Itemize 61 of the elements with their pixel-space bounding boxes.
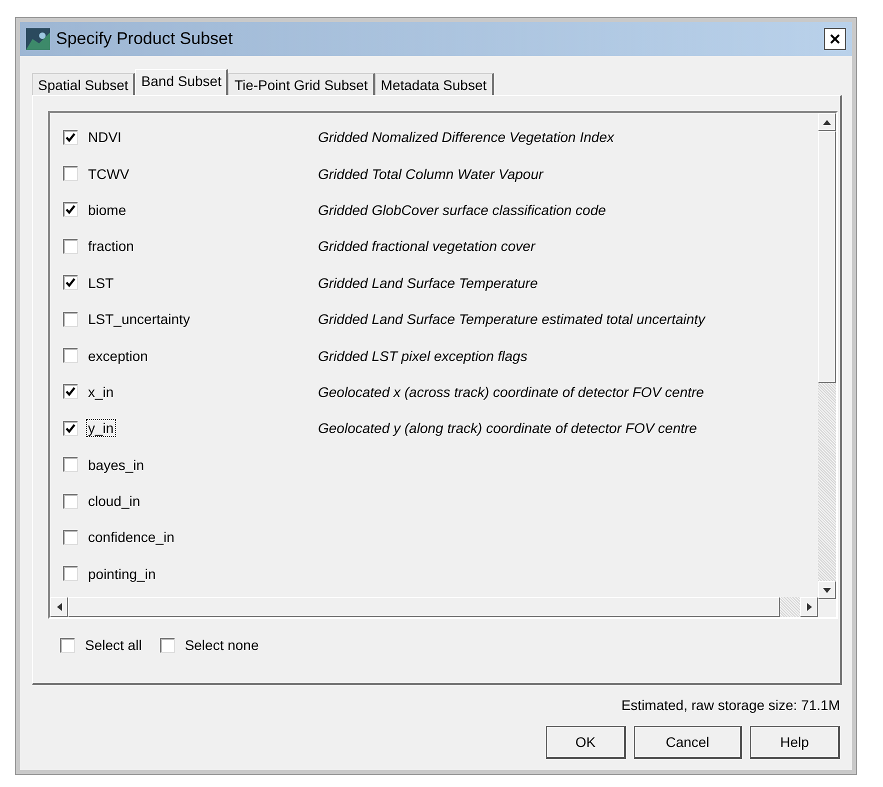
- close-button[interactable]: [824, 28, 846, 50]
- dialog-button[interactable]: OK: [546, 726, 626, 759]
- left-arrow-icon: [56, 603, 62, 611]
- band-name[interactable]: x_in: [87, 384, 115, 400]
- window-title: Specify Product Subset: [56, 29, 234, 49]
- right-arrow-icon: [806, 603, 812, 611]
- dialog-button[interactable]: Help: [750, 726, 840, 759]
- scroll-right-button[interactable]: [800, 597, 818, 617]
- band-name[interactable]: cloud_in: [87, 493, 142, 510]
- checkbox[interactable]: [63, 420, 78, 436]
- checkbox[interactable]: [63, 275, 78, 290]
- checkbox[interactable]: [63, 348, 78, 364]
- checkbox-label[interactable]: Select none: [184, 637, 259, 653]
- band-name[interactable]: y_in: [87, 420, 115, 436]
- band-description: Geolocated y (along track) coordinate of detector FOV centre: [318, 420, 697, 436]
- checkbox[interactable]: [60, 638, 75, 652]
- tab[interactable]: Band Subset: [135, 69, 228, 95]
- checkbox[interactable]: [160, 638, 175, 652]
- checkbox[interactable]: [63, 530, 78, 545]
- scroll-left-button[interactable]: [50, 597, 68, 617]
- up-arrow-icon: [823, 120, 831, 124]
- checkbox[interactable]: [63, 566, 78, 582]
- checkbox[interactable]: [63, 130, 78, 145]
- band-description: Gridded Total Column Water Vapour: [318, 166, 544, 182]
- band-name[interactable]: LST: [87, 274, 115, 291]
- band-name[interactable]: confidence_in: [87, 529, 176, 546]
- checkbox[interactable]: [63, 238, 78, 254]
- band-name[interactable]: LST_uncertainty: [87, 311, 191, 328]
- tab[interactable]: Metadata Subset: [374, 73, 494, 95]
- checkbox[interactable]: [63, 166, 78, 182]
- checkbox[interactable]: [63, 202, 78, 218]
- band-description: Gridded GlobCover surface classification code: [318, 202, 606, 218]
- checkbox[interactable]: [63, 494, 78, 509]
- band-name[interactable]: TCWV: [87, 166, 130, 182]
- band-description: Gridded Land Surface Temperature: [318, 274, 538, 291]
- app-icon: [26, 28, 50, 50]
- band-name[interactable]: exception: [87, 348, 149, 364]
- scroll-down-button[interactable]: [818, 581, 836, 599]
- checkbox[interactable]: [63, 384, 78, 400]
- checkbox-label[interactable]: Select all: [85, 637, 142, 653]
- vertical-scrollbar[interactable]: [818, 113, 836, 599]
- band-name[interactable]: pointing_in: [87, 566, 157, 582]
- band-description: Gridded Nomalized Difference Vegetation Index: [318, 129, 614, 146]
- band-name[interactable]: biome: [87, 202, 128, 218]
- band-description: Gridded fractional vegetation cover: [318, 238, 536, 254]
- storage-size-label: Estimated, raw storage size: 71.1M: [620, 696, 841, 713]
- band-name[interactable]: fraction: [87, 238, 135, 254]
- scroll-up-button[interactable]: [818, 113, 836, 131]
- checkbox[interactable]: [63, 312, 78, 327]
- close-icon: [830, 34, 840, 44]
- dialog-button[interactable]: Cancel: [634, 726, 742, 759]
- tab[interactable]: Spatial Subset: [32, 73, 136, 95]
- down-arrow-icon: [823, 588, 831, 592]
- band-description: Geolocated x (across track) coordinate of detector FOV centre: [318, 384, 704, 400]
- band-name[interactable]: NDVI: [87, 129, 122, 146]
- checkbox[interactable]: [63, 457, 78, 472]
- band-description: Gridded LST pixel exception flags: [318, 348, 528, 364]
- band-name[interactable]: bayes_in: [87, 456, 146, 473]
- scroll-thumb[interactable]: [818, 131, 836, 383]
- band-description: Gridded Land Surface Temperature estimated total uncertainty: [318, 311, 706, 328]
- tab[interactable]: Tie-Point Grid Subset: [228, 73, 375, 95]
